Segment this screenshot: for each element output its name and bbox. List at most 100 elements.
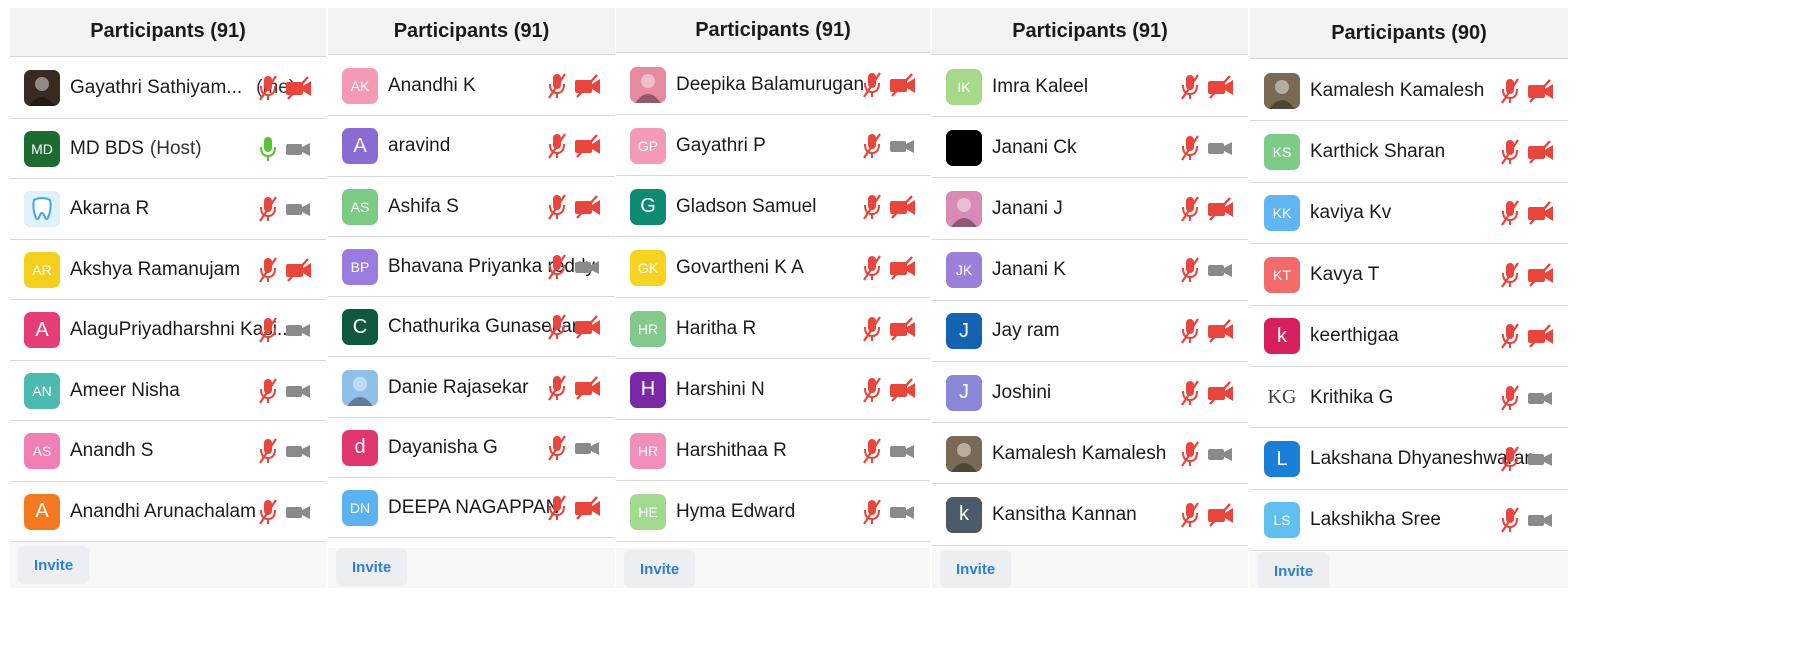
participant-row[interactable]: Janani Ck xyxy=(932,117,1248,179)
participant-row[interactable]: BP Bhavana Priyanka reddy xyxy=(328,237,615,298)
participants-panel-1: Participants (91) Gayathri Sathiyam... (m… xyxy=(10,8,326,588)
audio-video-status[interactable] xyxy=(547,71,605,101)
invite-button[interactable]: Invite xyxy=(336,548,408,586)
audio-video-status[interactable] xyxy=(258,436,316,466)
audio-video-status[interactable] xyxy=(547,433,605,463)
participant-row[interactable]: KK kaviya Kv xyxy=(1250,183,1568,245)
audio-video-status[interactable] xyxy=(1500,137,1558,167)
audio-video-status[interactable] xyxy=(862,253,920,283)
participant-row[interactable]: d Dayanisha G xyxy=(328,418,615,479)
participant-row[interactable]: MD MD BDS (Host) xyxy=(10,119,326,179)
audio-video-status[interactable] xyxy=(258,376,316,406)
audio-video-status[interactable] xyxy=(1180,72,1238,102)
microphone-muted-icon xyxy=(1181,135,1199,161)
video-off-icon xyxy=(1208,319,1233,344)
audio-video-status[interactable] xyxy=(258,497,316,527)
audio-video-status[interactable] xyxy=(1500,260,1558,290)
participant-row[interactable]: AN Ameer Nisha xyxy=(10,361,326,421)
participant-row[interactable]: G Gladson Samuel xyxy=(616,176,930,237)
video-off-icon xyxy=(575,496,600,521)
participant-row[interactable]: k Kansitha Kannan xyxy=(932,484,1248,546)
participant-row[interactable]: HR Harshithaa R xyxy=(616,420,930,481)
invite-button[interactable]: Invite xyxy=(624,550,696,588)
audio-video-status[interactable] xyxy=(1500,505,1558,535)
audio-video-status[interactable] xyxy=(547,373,605,403)
participant-row[interactable]: IK Imra Kaleel xyxy=(932,56,1248,118)
audio-video-status[interactable] xyxy=(862,436,920,466)
invite-button[interactable]: Invite xyxy=(1258,552,1330,588)
participant-row[interactable]: Deepika Balamurugan xyxy=(616,54,930,115)
participant-row[interactable]: J Joshini xyxy=(932,362,1248,424)
participant-row[interactable]: DN DEEPA NAGAPPAN xyxy=(328,478,615,539)
audio-video-status[interactable] xyxy=(258,134,316,164)
audio-video-status[interactable] xyxy=(258,255,316,285)
video-camera-icon xyxy=(1528,514,1552,528)
participant-row[interactable]: A AlaguPriyadharshni Kasi... xyxy=(10,300,326,361)
audio-video-status[interactable] xyxy=(1500,444,1558,474)
audio-video-status[interactable] xyxy=(547,131,605,161)
audio-video-status[interactable] xyxy=(258,315,316,345)
participant-row[interactable]: Kamalesh Kamalesh xyxy=(1250,60,1568,122)
participant-row[interactable]: Kamalesh Kamalesh xyxy=(932,423,1248,485)
participant-row[interactable]: Danie Rajasekar xyxy=(328,357,615,418)
audio-video-status[interactable] xyxy=(862,375,920,405)
participant-row[interactable]: C Chathurika Gunasekar xyxy=(328,297,615,358)
participant-row[interactable]: LS Lakshikha Sree xyxy=(1250,490,1568,552)
video-camera-icon xyxy=(1208,141,1232,155)
participant-row[interactable]: GP Gayathri P xyxy=(616,115,930,176)
participant-row[interactable]: AS Ashifa S xyxy=(328,177,615,237)
audio-video-status[interactable] xyxy=(1500,321,1558,351)
audio-video-status[interactable] xyxy=(1500,198,1558,228)
audio-video-status[interactable] xyxy=(1180,500,1238,530)
participant-list: Gayathri Sathiyam... (me) MD MD BDS (Host) Ak… xyxy=(10,58,326,542)
audio-video-status[interactable] xyxy=(547,252,605,282)
audio-video-status[interactable] xyxy=(258,73,316,103)
participant-row[interactable]: AR Akshya Ramanujam xyxy=(10,240,326,300)
invite-button[interactable]: Invite xyxy=(940,550,1012,588)
participant-row[interactable]: KS Karthick Sharan xyxy=(1250,121,1568,183)
participant-row[interactable]: Gayathri Sathiyam... (me) xyxy=(10,58,326,119)
participant-row[interactable]: Janani J xyxy=(932,178,1248,240)
audio-video-status[interactable] xyxy=(1180,316,1238,346)
audio-video-status[interactable] xyxy=(1180,133,1238,163)
audio-video-status[interactable] xyxy=(862,497,920,527)
participant-row[interactable]: L Lakshana Dhyaneshwaran xyxy=(1250,428,1568,490)
audio-video-status[interactable] xyxy=(1180,194,1238,224)
participant-name: DEEPA NAGAPPAN xyxy=(388,497,560,519)
audio-video-status[interactable] xyxy=(1180,378,1238,408)
participant-row[interactable]: Aaravind xyxy=(328,116,615,177)
participant-row[interactable]: J Jay ram xyxy=(932,301,1248,362)
participant-row[interactable]: k keerthigaa xyxy=(1250,306,1568,367)
participant-row[interactable]: A Anandhi Arunachalam xyxy=(10,482,326,542)
audio-video-status[interactable] xyxy=(1180,439,1238,469)
participant-row[interactable]: H Harshini N xyxy=(616,359,930,420)
audio-video-status[interactable] xyxy=(862,192,920,222)
participant-name: Haritha R xyxy=(676,317,757,339)
audio-video-status[interactable] xyxy=(1180,255,1238,285)
audio-video-status[interactable] xyxy=(547,312,605,342)
audio-video-status[interactable] xyxy=(862,131,920,161)
participant-row[interactable]: KG Krithika G xyxy=(1250,367,1568,429)
participant-row[interactable]: AS Anandh S xyxy=(10,421,326,482)
participant-row[interactable]: AK Anandhi K xyxy=(328,56,615,117)
participant-row[interactable]: Akarna R xyxy=(10,179,326,240)
microphone-muted-icon xyxy=(548,254,566,280)
participant-row[interactable]: KT Kavya T xyxy=(1250,244,1568,306)
video-camera-icon xyxy=(286,142,310,156)
audio-video-status[interactable] xyxy=(547,493,605,523)
audio-video-status[interactable] xyxy=(862,314,920,344)
participant-name: Kamalesh Kamalesh xyxy=(992,442,1167,464)
audio-video-status[interactable] xyxy=(258,194,316,224)
video-off-icon xyxy=(890,72,915,97)
audio-video-status[interactable] xyxy=(862,70,920,100)
audio-video-status[interactable] xyxy=(547,192,605,222)
participant-row[interactable]: GK Govartheni K A xyxy=(616,237,930,298)
audio-video-status[interactable] xyxy=(1500,383,1558,413)
invite-button[interactable]: Invite xyxy=(18,546,90,584)
participant-row[interactable]: JK Janani K xyxy=(932,240,1248,301)
participant-row[interactable]: HR Haritha R xyxy=(616,298,930,359)
photo-avatar xyxy=(946,435,982,472)
participant-row[interactable]: HE Hyma Edward xyxy=(616,481,930,542)
audio-video-status[interactable] xyxy=(1500,76,1558,106)
avatar: G xyxy=(630,188,666,225)
